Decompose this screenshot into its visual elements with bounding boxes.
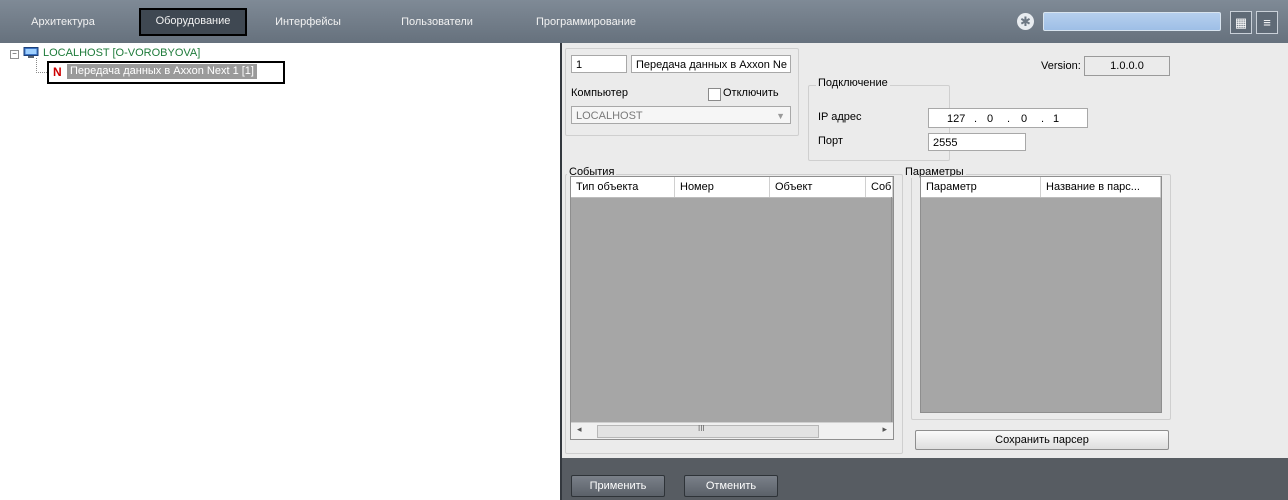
tree-connector [36,58,37,73]
ip-octet-3[interactable]: 0 [1021,110,1027,127]
ip-dot: . [1041,113,1045,125]
version-value: 1.0.0.0 [1084,56,1170,76]
events-col-number[interactable]: Номер [675,177,770,197]
cancel-button[interactable]: Отменить [684,475,778,497]
port-label: Порт [818,135,843,147]
port-field[interactable]: 2555 [928,133,1026,151]
bottom-action-bar [562,458,1288,500]
tree-node-axxon-transfer[interactable]: N Передача данных в Axxon Next 1 [1] [47,61,285,84]
list-menu-icon[interactable]: ≡ [1256,11,1278,34]
ip-dot: . [974,113,978,125]
events-col-event[interactable]: Соб [866,177,893,197]
layout-grid-icon[interactable]: ▦ [1230,11,1252,34]
tree-root-label: LOCALHOST [O-VOROBYOVA] [43,47,201,59]
events-grid[interactable]: Тип объекта Номер Объект Соб ◂ III ▸ [570,176,894,440]
tree-child-label: Передача данных в Axxon Next 1 [1] [67,64,257,79]
settings-panel: 1 Передача данных в Axxon Ne Компьютер О… [562,43,1288,458]
ip-octet-1[interactable]: 127 [947,110,965,127]
object-name-field[interactable]: Передача данных в Axxon Ne [631,55,791,73]
search-input[interactable] [1043,12,1221,31]
connection-title: Подключение [816,77,890,89]
scroll-grip: III [698,424,705,433]
events-hscrollbar[interactable]: ◂ III ▸ [571,422,893,439]
menu-item-equipment[interactable]: Оборудование [139,8,247,36]
params-col-parameter[interactable]: Параметр [921,177,1041,197]
menu-item-users[interactable]: Пользователи [388,10,486,34]
menu-item-programming[interactable]: Программирование [524,10,648,34]
ip-label: IP адрес [818,111,862,123]
events-col-object-type[interactable]: Тип объекта [571,177,675,197]
ip-address-field[interactable]: 127 . 0 . 0 . 1 [928,108,1088,128]
save-parser-button[interactable]: Сохранить парсер [915,430,1169,450]
ip-octet-2[interactable]: 0 [987,110,993,127]
version-label: Version: [1041,60,1081,72]
collapse-icon[interactable]: − [10,50,19,59]
tree-connector [36,72,47,73]
hardware-tree: − LOCALHOST [O-VOROBYOVA] N Передача дан… [0,43,562,500]
computer-value: LOCALHOST [576,110,643,122]
object-id-field[interactable]: 1 [571,55,627,73]
axxon-n-icon: N [53,65,62,79]
params-col-parser-name[interactable]: Название в парс... [1041,177,1161,197]
events-col-object[interactable]: Объект [770,177,866,197]
chevron-down-icon: ▼ [776,111,785,121]
scroll-left-icon[interactable]: ◂ [577,424,582,435]
scroll-thumb[interactable]: III [597,424,819,438]
computer-select[interactable]: LOCALHOST ▼ [571,106,791,124]
ip-octet-4[interactable]: 1 [1053,110,1059,127]
menu-item-architecture[interactable]: Архитектура [18,10,108,34]
apply-button[interactable]: Применить [571,475,665,497]
scroll-right-icon[interactable]: ▸ [882,424,887,435]
disable-checkbox[interactable] [708,88,721,101]
ip-dot: . [1007,113,1011,125]
grid-edge [891,197,892,423]
disable-label: Отключить [723,87,779,99]
computer-label: Компьютер [571,87,628,99]
params-grid[interactable]: Параметр Название в парс... [920,176,1162,413]
events-grid-header: Тип объекта Номер Объект Соб [571,177,893,198]
gear-icon[interactable]: ✱ [1017,13,1034,30]
params-grid-header: Параметр Название в парс... [921,177,1161,198]
menu-item-interfaces[interactable]: Интерфейсы [268,10,348,34]
